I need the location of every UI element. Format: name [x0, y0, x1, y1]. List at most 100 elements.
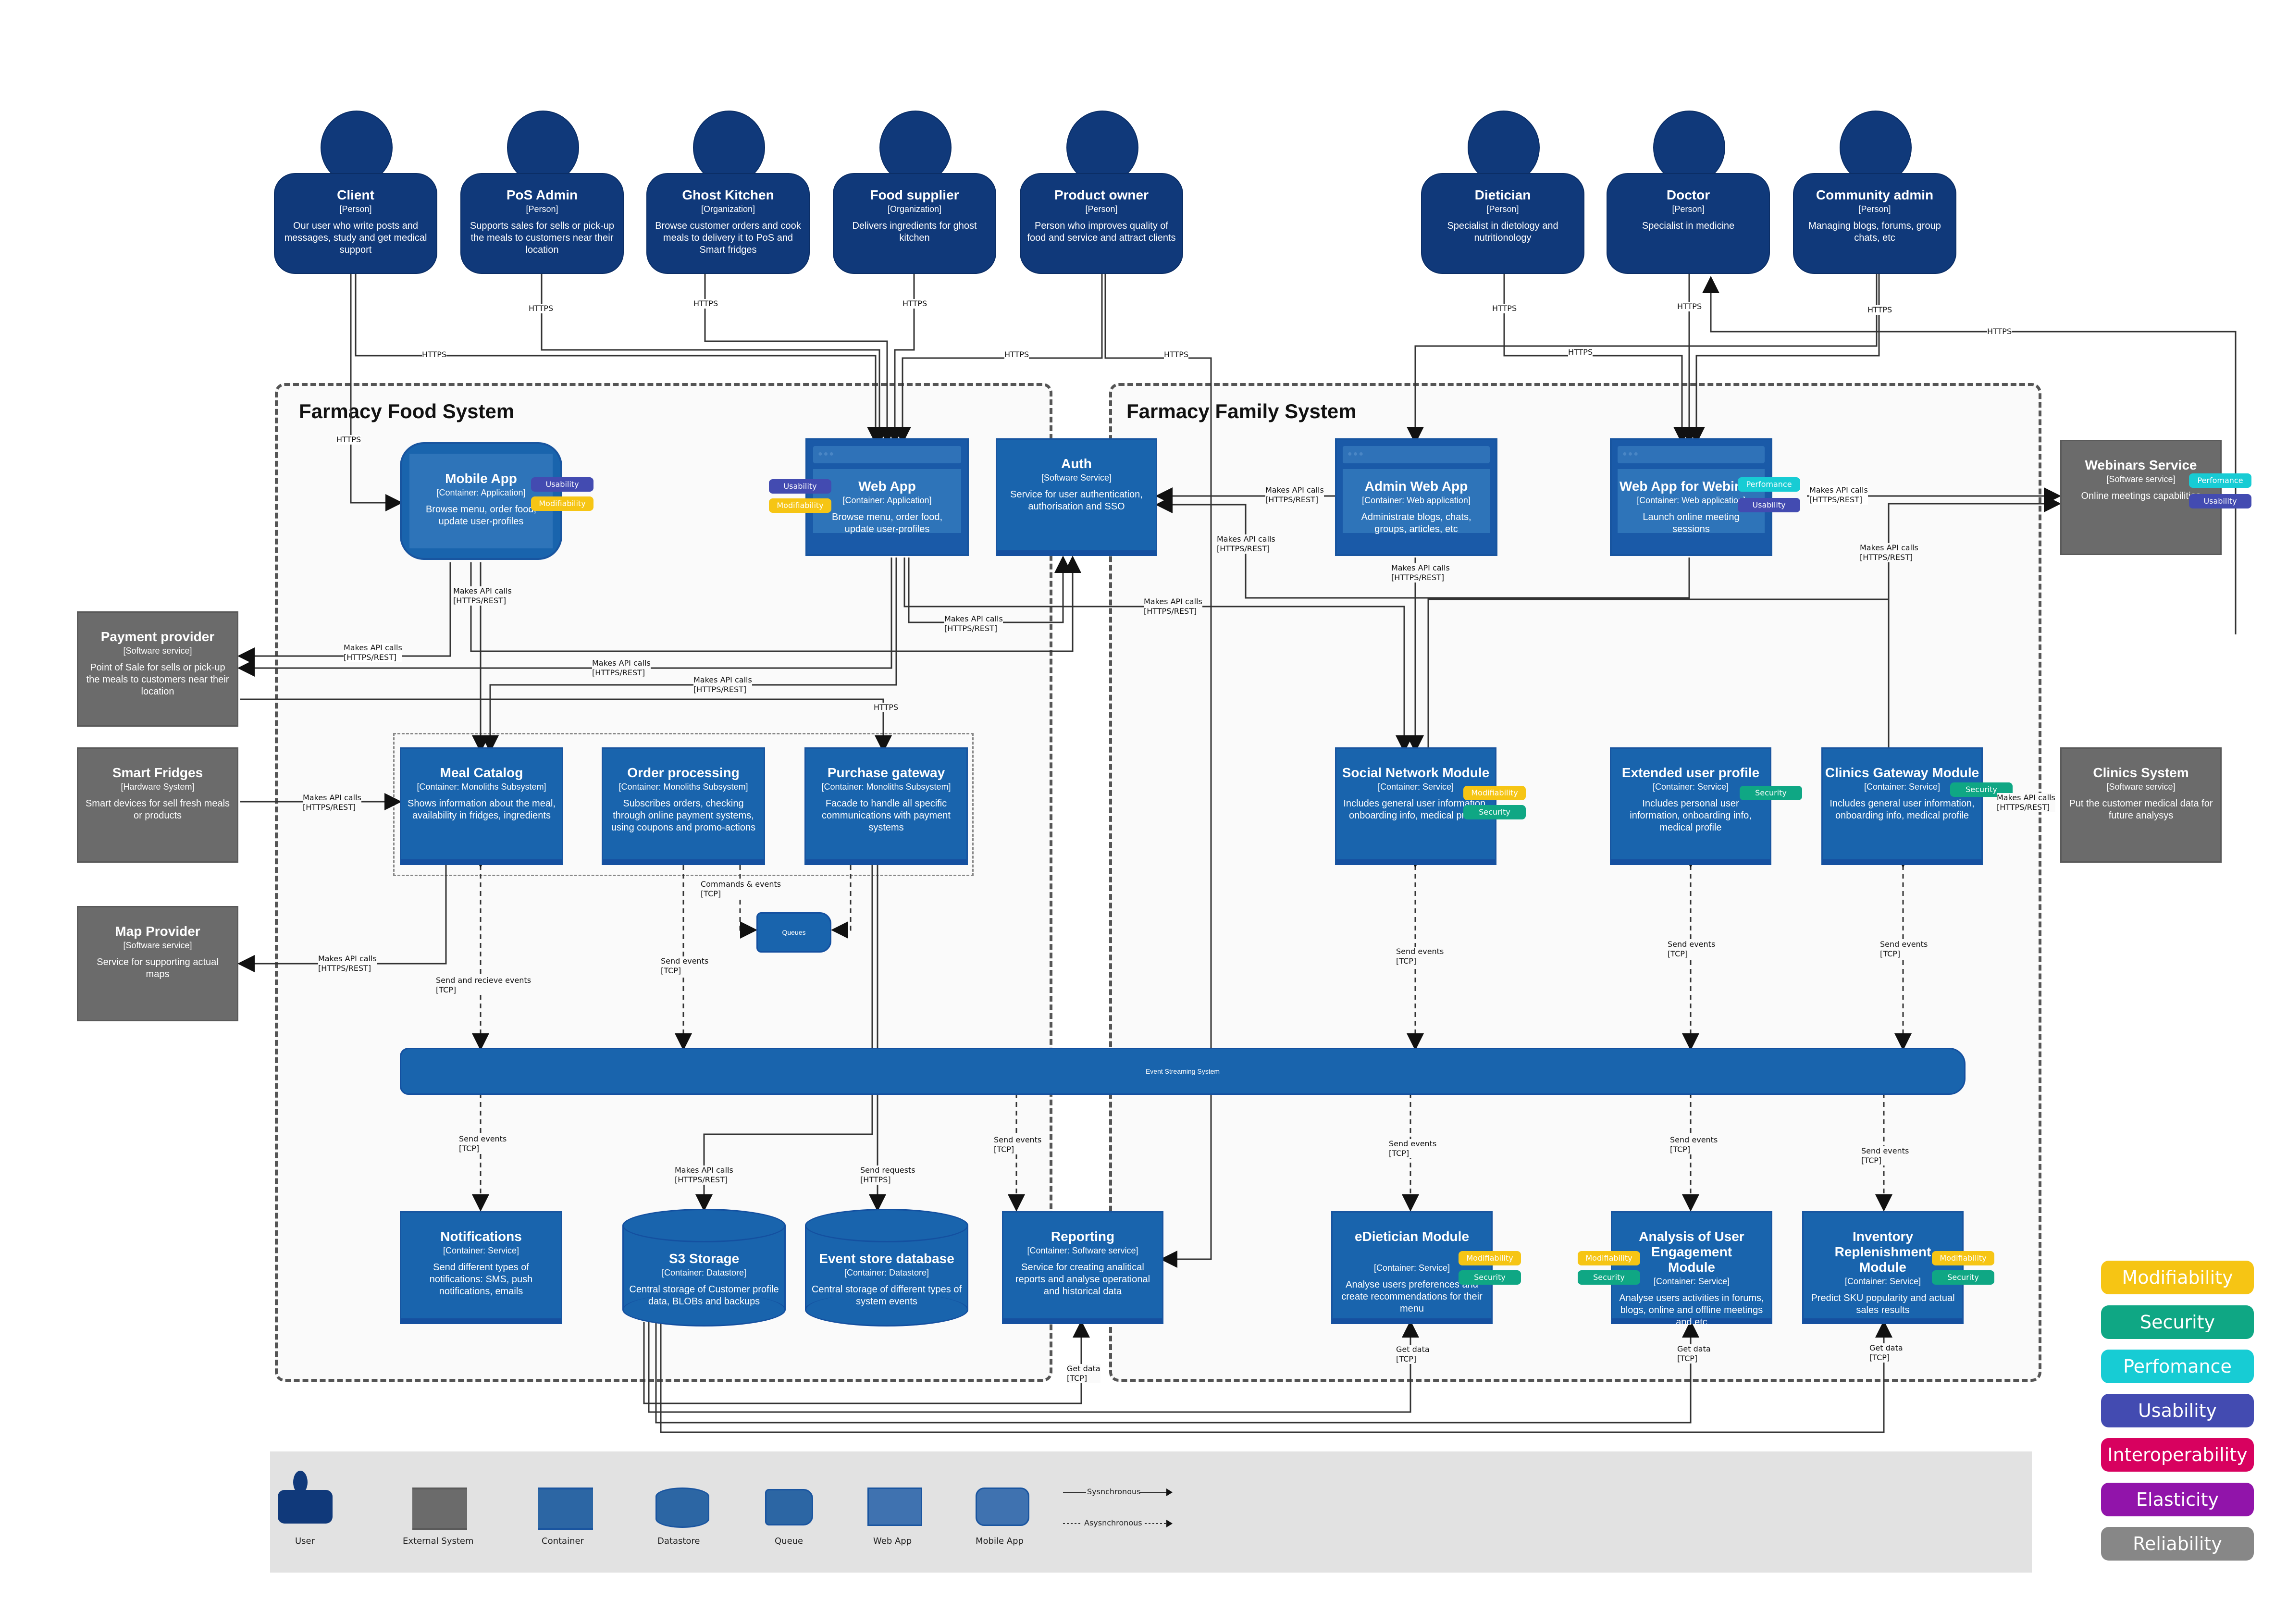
tag-security: Security [1740, 786, 1802, 800]
qa-perfomance: Perfomance [2101, 1350, 2254, 1383]
container-meal-catalog[interactable]: Meal Catalog [Container: Monoliths Subsys… [400, 747, 563, 865]
edge-label-api: Makes API calls [HTTPS/REST] [1265, 485, 1324, 505]
tag-modifiability: Modifiability [769, 498, 831, 513]
edge-label-api: Makes API calls [HTTPS/REST] [944, 614, 1003, 633]
legend-label-datastore: Datastore [657, 1536, 700, 1546]
farmacy-family-system-title: Farmacy Family System [1126, 400, 1357, 422]
edge-label-api: Makes API calls [HTTPS/REST] [675, 1165, 733, 1185]
container-reporting[interactable]: Reporting [Container: Software service] Se… [1002, 1211, 1163, 1324]
edge-label-api: Makes API calls [HTTPS/REST] [1391, 563, 1450, 583]
edge-label-api: Makes API calls [HTTPS/REST] [1809, 485, 1868, 505]
qa-usability: Usability [2101, 1394, 2254, 1427]
person-ghost-kitchen[interactable]: Ghost Kitchen [Organization] Browse custom… [646, 111, 810, 274]
legend-queue-icon [765, 1489, 813, 1525]
edge-label-api: Makes API calls [HTTPS/REST] [344, 643, 402, 662]
architecture-diagram: Farmacy Food System Farmacy Family Syste… [0, 0, 2275, 1624]
edge-label-api: Makes API calls [HTTPS/REST] [1144, 597, 1202, 616]
qa-reliability: Reliability [2101, 1527, 2254, 1561]
legend-label-async: Asysnchronous [1084, 1518, 1142, 1527]
person-pos-admin[interactable]: PoS Admin [Person] Supports sales for sell… [460, 111, 624, 274]
datastore-s3[interactable]: S3 Storage [Container: Datastore] Central … [622, 1209, 786, 1326]
queue-queues[interactable]: Queues [756, 912, 831, 953]
edge-label-api: Makes API calls [HTTPS/REST] [453, 586, 512, 606]
container-extended-profile[interactable]: Extended user profile [Container: Service… [1610, 747, 1771, 865]
container-admin-web-app[interactable]: ●●● Admin Web App [Container: Web applica… [1335, 438, 1497, 556]
browser-dots-icon: ●●● [1622, 450, 1639, 458]
ext-payment-provider[interactable]: Payment provider [Software service] Point … [77, 611, 238, 727]
edge-label-send-events: Send events [TCP] [661, 956, 709, 976]
container-engagement[interactable]: Analysis of User Engagement Module [Conta… [1611, 1211, 1772, 1327]
edge-label-send-events: Send events [TCP] [1396, 947, 1444, 966]
tag-modifiability: Modifiability [531, 496, 593, 511]
container-inventory[interactable]: Inventory Replenishment Module [Container… [1802, 1211, 1964, 1324]
datastore-event-store[interactable]: Event store database [Container: Datastor… [805, 1209, 968, 1326]
edge-label-send-events: Send events [TCP] [459, 1134, 507, 1153]
container-notifications[interactable]: Notifications [Container: Service] Send di… [400, 1211, 562, 1324]
person-food-supplier[interactable]: Food supplier [Organization] Delivers ingr… [833, 111, 996, 274]
edge-label: HTTPS [1677, 302, 1702, 311]
qa-security: Security [2101, 1305, 2254, 1339]
edge-label-api: Makes API calls [HTTPS/REST] [1860, 543, 1918, 562]
edge-label: HTTPS [1867, 305, 1892, 315]
tag-security: Security [1463, 805, 1526, 819]
edge-label-api: Makes API calls [HTTPS/REST] [1217, 534, 1275, 554]
container-webinars-web-app[interactable]: ●●● Web App for Webinars [Container: Web … [1610, 438, 1772, 556]
tag-modifiability: Modifiability [1578, 1251, 1640, 1265]
legend-label-mobile: Mobile App [976, 1536, 1024, 1546]
edge-label-send-events: Send events [TCP] [1670, 1135, 1718, 1154]
edge-label-send-events: Send events [TCP] [1668, 940, 1716, 959]
person-client[interactable]: Client [Person] Our user who write posts a… [274, 111, 437, 274]
edge-label-api: Makes API calls [HTTPS/REST] [693, 675, 752, 694]
event-streaming-system[interactable]: Event Streaming System [400, 1048, 1966, 1095]
edge-label-send-events: Send events [TCP] [1861, 1146, 1909, 1165]
farmacy-food-system-title: Farmacy Food System [299, 400, 515, 422]
legend-mobile-icon [976, 1488, 1029, 1526]
edge-label-api: Makes API calls [HTTPS/REST] [318, 954, 377, 973]
ext-clinics-system[interactable]: Clinics System [Software service] Put the … [2060, 747, 2222, 863]
legend-user-body-icon [278, 1490, 333, 1524]
edge-label: HTTPS [1568, 347, 1593, 357]
person-dietician[interactable]: Dietician [Person] Specialist in dietology… [1421, 111, 1584, 274]
legend-label-queue: Queue [775, 1536, 804, 1546]
edge-label-api: Makes API calls [HTTPS/REST] [1997, 793, 2055, 812]
person-doctor[interactable]: Doctor [Person] Specialist in medicine [1607, 111, 1770, 274]
edge-label: HTTPS [874, 703, 899, 712]
legend-label-user: User [295, 1536, 315, 1546]
edge-label-get-data: Get data [TCP] [1677, 1344, 1711, 1364]
edge-label-send-requests: Send requests [HTTPS] [860, 1165, 915, 1185]
person-community-admin[interactable]: Community admin [Person] Managing blogs, f… [1793, 111, 1956, 274]
tag-modifiability: Modifiability [1463, 786, 1526, 800]
legend-webapp-icon [867, 1488, 922, 1526]
tag-modifiability: Modifiability [1932, 1251, 1994, 1265]
edge-label-send-events: Send events [TCP] [994, 1135, 1042, 1154]
legend-datastore-icon [655, 1488, 709, 1528]
ext-smart-fridges[interactable]: Smart Fridges [Hardware System] Smart devi… [77, 747, 238, 863]
tag-perfomance: Perfomance [2189, 473, 2251, 488]
tag-usability: Usability [531, 477, 593, 492]
tag-usability: Usability [2189, 494, 2251, 508]
edge-label-send-events: Send events [TCP] [1389, 1139, 1437, 1158]
legend-label-container: Container [542, 1536, 584, 1546]
edge-label: HTTPS [903, 299, 927, 309]
ext-map-provider[interactable]: Map Provider [Software service] Service fo… [77, 906, 238, 1021]
tag-security: Security [1578, 1270, 1640, 1285]
container-purchase-gateway[interactable]: Purchase gateway [Container: Monoliths Su… [804, 747, 968, 865]
edge-label-get-data: Get data [TCP] [1396, 1345, 1430, 1364]
container-clinics-gateway[interactable]: Clinics Gateway Module [Container: Servic… [1821, 747, 1983, 865]
edge-label-get-data: Get data [TCP] [1869, 1343, 1903, 1363]
container-order-processing[interactable]: Order processing [Container: Monoliths Su… [602, 747, 765, 865]
edge-label: HTTPS [1004, 350, 1029, 360]
edge-label-send-recv: Send and recieve events [TCP] [436, 976, 532, 995]
edge-label-send-events: Send events [TCP] [1880, 940, 1928, 959]
browser-dots-icon: ●●● [1348, 450, 1364, 458]
person-product-owner[interactable]: Product owner [Person] Person who improves… [1020, 111, 1183, 274]
legend-label-webapp: Web App [873, 1536, 912, 1546]
container-web-app[interactable]: ●●● Web App [Container: Application] Brows… [805, 438, 969, 556]
tag-modifiability: Modifiability [1459, 1251, 1521, 1265]
container-auth[interactable]: Auth [Software Service] Service for user a… [996, 438, 1157, 556]
edge-label: HTTPS [529, 304, 554, 313]
legend-external-icon [412, 1488, 467, 1530]
container-edietician[interactable]: eDietician Module [Container: Service] Ana… [1331, 1211, 1493, 1324]
legend-label-sync: Sysnchronous [1087, 1487, 1141, 1496]
edge-label-api: Makes API calls [HTTPS/REST] [592, 658, 651, 678]
